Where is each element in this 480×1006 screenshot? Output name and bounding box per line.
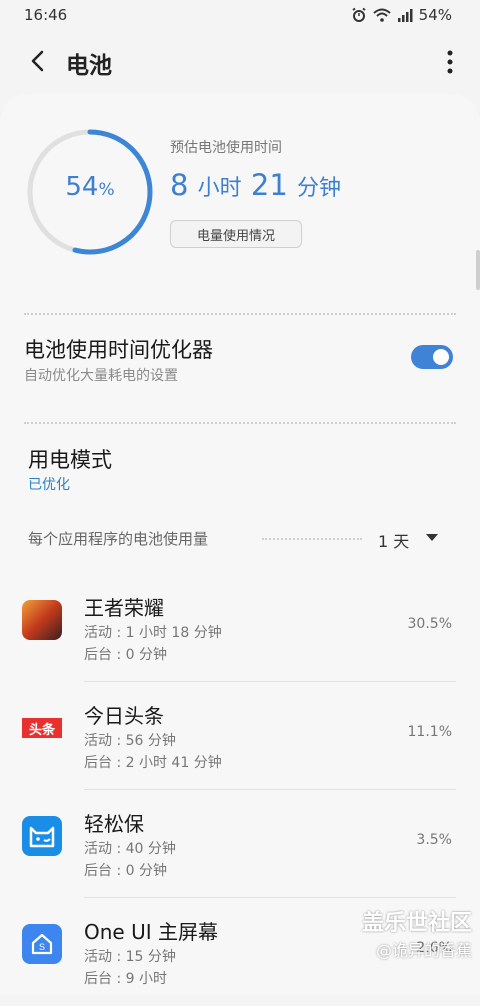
svg-text:S: S: [39, 942, 45, 952]
power-mode-value: 已优化: [28, 477, 70, 493]
status-icons: 54%: [351, 6, 452, 24]
watermark-title: 盖乐世社区: [361, 911, 472, 936]
estimate-label: 预估电池使用时间: [170, 140, 282, 156]
estimate-minutes: 21: [250, 168, 288, 202]
app-active-time: 活动 : 15 分钟: [84, 949, 176, 965]
page-title: 电池: [66, 53, 112, 79]
app-usage-title: 每个应用程序的电池使用量: [28, 530, 209, 548]
app-bar: 电池: [0, 36, 480, 88]
battery-percentage-value: 54: [65, 172, 99, 202]
app-background-time: 后台 : 9 小时: [84, 971, 167, 987]
dropdown-arrow-icon[interactable]: [426, 534, 438, 541]
optimizer-toggle[interactable]: [411, 345, 453, 369]
app-active-time: 活动 : 56 分钟: [84, 733, 176, 749]
estimate-minutes-unit: 分钟: [297, 176, 342, 201]
app-usage-row[interactable]: 王者荣耀 活动 : 1 小时 18 分钟 后台 : 0 分钟 30.5%: [0, 574, 480, 682]
app-background-time: 后台 : 0 分钟: [84, 863, 167, 879]
app-usage-row[interactable]: 轻松保 活动 : 40 分钟 后台 : 0 分钟 3.5%: [0, 790, 480, 898]
cat-face-icon: [29, 826, 55, 848]
wifi-icon: [372, 8, 391, 22]
optimizer-subtitle: 自动优化大量耗电的设置: [24, 368, 178, 384]
app-name: One UI 主屏幕: [84, 920, 218, 944]
battery-usage-button[interactable]: 电量使用情况: [170, 220, 302, 248]
app-background-time: 后台 : 0 分钟: [84, 647, 167, 663]
honor-of-kings-icon: [22, 600, 62, 640]
estimate-hours: 8: [170, 168, 189, 202]
scrollbar[interactable]: [476, 250, 480, 290]
app-name: 今日头条: [84, 704, 164, 728]
watermark-author: @诡异的香蕉: [375, 941, 472, 960]
estimate-hours-unit: 小时: [197, 176, 242, 201]
app-active-time: 活动 : 40 分钟: [84, 841, 176, 857]
qingsongbao-icon: [22, 816, 62, 856]
battery-percentage: 54%: [26, 172, 154, 202]
section-divider: [262, 538, 362, 540]
more-options-icon[interactable]: [446, 49, 454, 75]
app-usage-percent: 11.1%: [407, 724, 452, 740]
battery-percentage-unit: %: [98, 180, 115, 200]
toutiao-icon: 头条: [22, 708, 62, 748]
app-active-time: 活动 : 1 小时 18 分钟: [84, 625, 222, 641]
divider: [24, 313, 456, 315]
watermark: 盖乐世社区 @诡异的香蕉: [362, 905, 472, 961]
home-icon: S: [31, 933, 53, 955]
back-arrow-icon[interactable]: [26, 48, 52, 74]
optimizer-title[interactable]: 电池使用时间优化器: [24, 334, 213, 364]
period-dropdown[interactable]: 1 天: [378, 528, 409, 552]
toggle-knob: [431, 347, 451, 367]
app-usage-row[interactable]: 头条 今日头条 活动 : 56 分钟 后台 : 2 小时 41 分钟 11.1%: [0, 682, 480, 790]
status-time: 16:46: [24, 6, 68, 24]
app-usage-percent: 30.5%: [407, 616, 452, 632]
toutiao-icon-text: 头条: [22, 718, 62, 738]
oneui-home-icon: S: [22, 924, 62, 964]
status-battery-text: 54%: [418, 6, 452, 24]
app-usage-percent: 3.5%: [416, 832, 452, 848]
app-name: 王者荣耀: [84, 596, 164, 620]
alarm-icon: [352, 7, 366, 22]
power-mode-title[interactable]: 用电模式: [28, 444, 112, 474]
app-name: 轻松保: [84, 812, 144, 836]
status-bar: 16:46 54%: [0, 0, 480, 30]
divider: [24, 422, 456, 424]
signal-icon: [397, 9, 413, 22]
estimate-time: 8 小时 21 分钟: [170, 168, 341, 202]
app-background-time: 后台 : 2 小时 41 分钟: [84, 755, 222, 771]
